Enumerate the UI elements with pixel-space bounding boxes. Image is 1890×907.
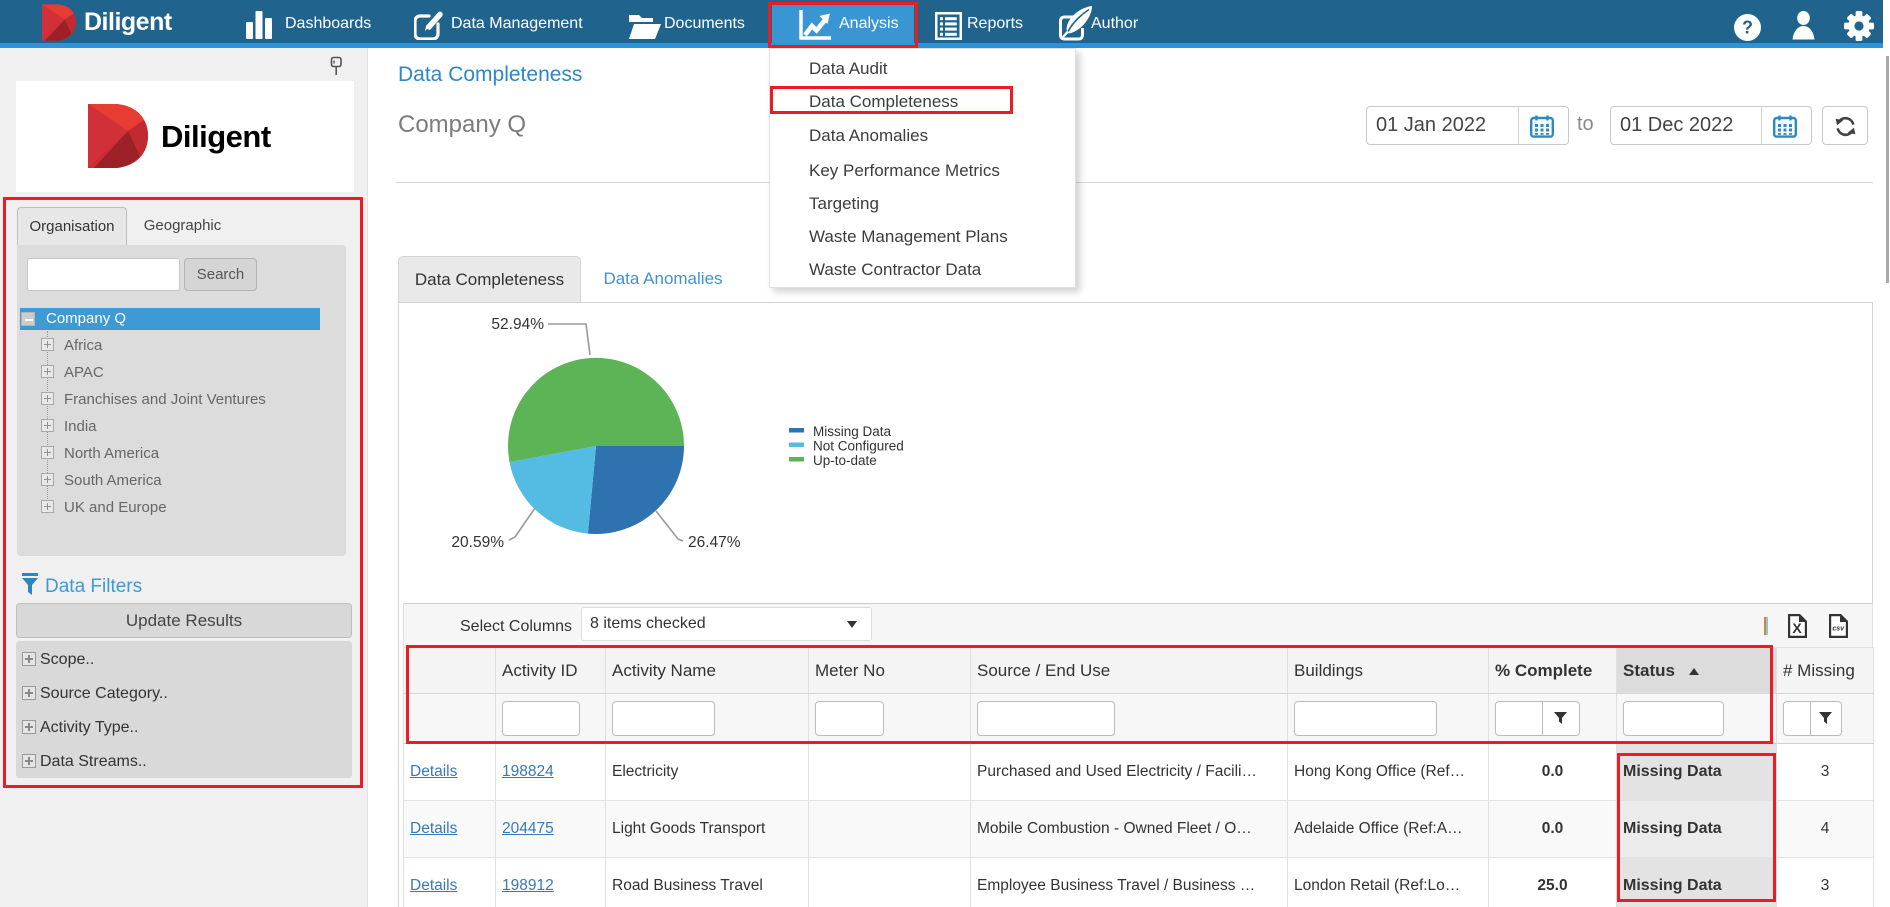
svg-text:X: X xyxy=(1792,620,1802,636)
svg-text:?: ? xyxy=(1742,18,1753,38)
svg-text:Up-to-date: Up-to-date xyxy=(813,453,877,468)
svg-text:20.59%: 20.59% xyxy=(451,534,504,551)
svg-text:csv: csv xyxy=(1832,626,1845,633)
svg-text:Missing Data: Missing Data xyxy=(813,424,892,439)
svg-text:52.94%: 52.94% xyxy=(491,316,544,333)
svg-text:Not Configured: Not Configured xyxy=(813,439,904,454)
svg-text:26.47%: 26.47% xyxy=(688,534,741,551)
